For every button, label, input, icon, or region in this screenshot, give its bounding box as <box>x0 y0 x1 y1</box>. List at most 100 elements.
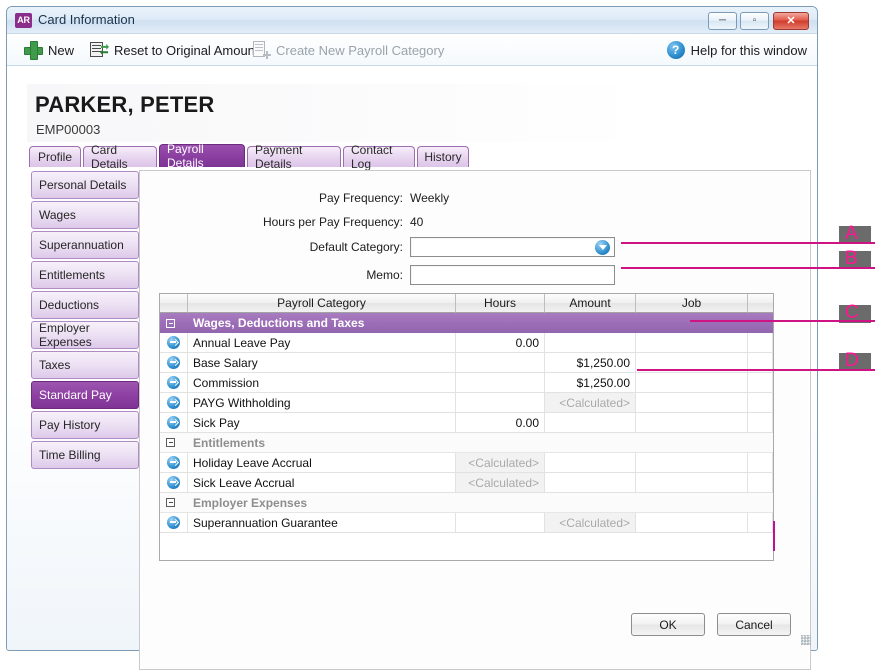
cell-payroll-category[interactable]: Base Salary <box>188 353 456 373</box>
cell-hours[interactable] <box>456 353 545 373</box>
cell-hours[interactable]: <Calculated> <box>456 453 545 473</box>
sidebar-item-label: Entitlements <box>39 268 106 282</box>
tab-payment-details[interactable]: Payment Details <box>247 143 341 171</box>
sidebar-item-wages[interactable]: Wages <box>31 201 139 229</box>
cell-amount[interactable] <box>545 453 636 473</box>
sidebar-item-time-billing[interactable]: Time Billing <box>31 441 139 469</box>
minimize-button[interactable]: ─ <box>708 12 737 30</box>
close-button[interactable]: ✕ <box>773 12 809 30</box>
help-for-this-window-button[interactable]: ? Help for this window <box>666 38 807 62</box>
sidebar-item-entitlements[interactable]: Entitlements <box>31 261 139 289</box>
grid-group-row[interactable]: Entitlements <box>160 433 773 453</box>
tab-card-details[interactable]: Card Details <box>83 143 157 171</box>
table-row[interactable]: Holiday Leave Accrual <Calculated> <box>160 453 773 473</box>
cell-amount[interactable]: $1,250.00 <box>545 373 636 393</box>
table-row[interactable]: Sick Leave Accrual <Calculated> <box>160 473 773 493</box>
sidebar-item-deductions[interactable]: Deductions <box>31 291 139 319</box>
app-badge: AR <box>15 13 32 28</box>
new-button[interactable]: New <box>23 38 74 62</box>
cell-hours[interactable]: 0.00 <box>456 413 545 433</box>
sidebar-item-label: Standard Pay <box>39 388 112 402</box>
sidebar-item-personal-details[interactable]: Personal Details <box>31 171 139 199</box>
expand-collapse-toggle[interactable] <box>160 313 188 333</box>
cell-payroll-category[interactable]: Commission <box>188 373 456 393</box>
table-row[interactable]: PAYG Withholding <Calculated> <box>160 393 773 413</box>
standard-pay-grid: Payroll Category Hours Amount Job Wages, De… <box>159 293 774 561</box>
row-zoom-arrow-button[interactable] <box>160 333 188 353</box>
chevron-down-icon[interactable] <box>595 240 610 255</box>
row-zoom-arrow-button[interactable] <box>160 473 188 493</box>
resize-grip[interactable] <box>801 635 811 645</box>
grid-group-row[interactable]: Wages, Deductions and Taxes <box>160 313 773 333</box>
row-zoom-arrow-button[interactable] <box>160 353 188 373</box>
maximize-button[interactable]: ▫ <box>740 12 769 30</box>
cell-job[interactable] <box>636 513 748 533</box>
tab-profile[interactable]: Profile <box>29 146 81 167</box>
cell-job[interactable] <box>636 473 748 493</box>
grid-group-row[interactable]: Employer Expenses <box>160 493 773 513</box>
table-row[interactable]: Sick Pay 0.00 <box>160 413 773 433</box>
cell-payroll-category[interactable]: Superannuation Guarantee <box>188 513 456 533</box>
row-zoom-arrow-button[interactable] <box>160 393 188 413</box>
table-row[interactable]: Annual Leave Pay 0.00 <box>160 333 773 353</box>
grid-column-header-hours[interactable]: Hours <box>456 294 545 313</box>
sidebar-item-label: Deductions <box>39 298 100 312</box>
cell-job[interactable] <box>636 393 748 413</box>
cell-payroll-category[interactable]: Sick Pay <box>188 413 456 433</box>
table-row[interactable]: Commission $1,250.00 <box>160 373 773 393</box>
tab-payroll-details[interactable]: Payroll Details <box>159 142 245 170</box>
reset-to-original-amount-button[interactable]: Reset to Original Amount <box>89 38 259 62</box>
cell-amount[interactable] <box>545 333 636 353</box>
cell-hours[interactable]: <Calculated> <box>456 473 545 493</box>
grid-column-header-job[interactable]: Job <box>636 294 748 313</box>
close-icon: ✕ <box>786 15 796 27</box>
cell-payroll-category[interactable]: Annual Leave Pay <box>188 333 456 353</box>
cell-spacer <box>748 453 773 473</box>
default-category-field[interactable] <box>410 237 615 257</box>
ok-button[interactable]: OK <box>631 613 705 636</box>
sidebar-item-superannuation[interactable]: Superannuation <box>31 231 139 259</box>
sidebar-item-label: Wages <box>39 208 76 222</box>
reset-button-label: Reset to Original Amount <box>114 42 259 58</box>
cancel-button[interactable]: Cancel <box>717 613 791 636</box>
sidebar-item-standard-pay[interactable]: Standard Pay <box>31 381 139 409</box>
grid-column-header-payroll-category[interactable]: Payroll Category <box>188 294 456 313</box>
title-bar[interactable]: AR Card Information ─ ▫ ✕ <box>7 7 817 34</box>
grid-column-header-amount[interactable]: Amount <box>545 294 636 313</box>
grid-column-header-blank[interactable] <box>160 294 188 313</box>
cell-amount[interactable]: <Calculated> <box>545 513 636 533</box>
cell-amount[interactable]: $1,250.00 <box>545 353 636 373</box>
row-zoom-arrow-button[interactable] <box>160 513 188 533</box>
grid-column-header-blank[interactable] <box>748 294 773 313</box>
help-label: Help for this window <box>690 42 807 58</box>
expand-collapse-toggle[interactable] <box>160 433 188 453</box>
tab-contact-log[interactable]: Contact Log <box>343 143 415 171</box>
cell-payroll-category[interactable]: PAYG Withholding <box>188 393 456 413</box>
table-row[interactable]: Superannuation Guarantee <Calculated> <box>160 513 773 533</box>
sidebar-item-pay-history[interactable]: Pay History <box>31 411 139 439</box>
row-zoom-arrow-button[interactable] <box>160 453 188 473</box>
cell-hours[interactable]: 0.00 <box>456 333 545 353</box>
cell-job[interactable] <box>636 413 748 433</box>
tab-history[interactable]: History <box>417 146 469 167</box>
pay-frequency-label: Pay Frequency: <box>318 191 403 205</box>
cell-hours[interactable] <box>456 513 545 533</box>
cell-hours[interactable] <box>456 373 545 393</box>
cell-payroll-category[interactable]: Sick Leave Accrual <box>188 473 456 493</box>
cell-amount[interactable] <box>545 413 636 433</box>
cell-amount[interactable]: <Calculated> <box>545 393 636 413</box>
sidebar-item-employer-expenses[interactable]: Employer Expenses <box>31 321 139 349</box>
create-new-payroll-category-button[interactable]: Create New Payroll Category <box>251 38 444 62</box>
zoom-arrow-icon <box>167 336 180 349</box>
row-zoom-arrow-button[interactable] <box>160 373 188 393</box>
sidebar-item-taxes[interactable]: Taxes <box>31 351 139 379</box>
cell-job[interactable] <box>636 453 748 473</box>
row-zoom-arrow-button[interactable] <box>160 413 188 433</box>
expand-collapse-toggle[interactable] <box>160 493 188 513</box>
cell-job[interactable] <box>636 333 748 353</box>
cell-payroll-category[interactable]: Holiday Leave Accrual <box>188 453 456 473</box>
cell-hours[interactable] <box>456 393 545 413</box>
cell-amount[interactable] <box>545 473 636 493</box>
cell-job[interactable] <box>636 373 748 393</box>
memo-field[interactable] <box>410 265 615 285</box>
